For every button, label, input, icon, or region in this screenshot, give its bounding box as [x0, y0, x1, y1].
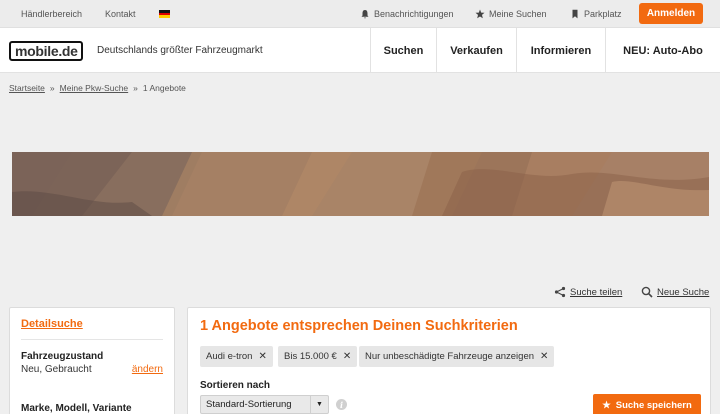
save-search-button[interactable]: ★ Suche speichern [593, 394, 701, 414]
filter-chip: Nur unbeschädigte Fahrzeuge anzeigen ✕ [359, 346, 555, 367]
chevron-down-icon: ▼ [310, 396, 328, 413]
mobile-de-logo[interactable]: mobile.de [9, 41, 83, 61]
breadcrumb-current: 1 Angebote [142, 83, 186, 93]
save-search-label: Suche speichern [615, 399, 692, 411]
my-searches-link[interactable]: Meine Suchen [475, 9, 547, 19]
tagline: Deutschlands größter Fahrzeugmarkt [97, 45, 263, 56]
sort-select[interactable]: Standard-Sortierung ▼ [200, 395, 329, 414]
remove-filter-icon[interactable]: ✕ [540, 351, 548, 362]
parking-label: Parkplatz [584, 9, 622, 19]
my-searches-label: Meine Suchen [489, 9, 547, 19]
bell-icon [361, 10, 369, 19]
breadcrumb-home[interactable]: Startseite [9, 83, 45, 93]
filter-chip-label: Nur unbeschädigte Fahrzeuge anzeigen [365, 351, 535, 362]
main-header: mobile.de Deutschlands größter Fahrzeugm… [0, 28, 720, 73]
results-title: 1 Angebote entsprechen Deinen Suchkriter… [200, 318, 518, 334]
notifications-link[interactable]: Benachrichtigungen [360, 9, 454, 19]
breadcrumb-separator: » [133, 83, 138, 93]
login-button[interactable]: Anmelden [639, 3, 703, 24]
new-search-link[interactable]: Neue Suche [641, 286, 709, 298]
condition-value: Neu, Gebraucht [21, 364, 92, 375]
breadcrumb-search[interactable]: Meine Pkw-Suche [60, 83, 129, 93]
nav-inform[interactable]: Informieren [516, 28, 605, 73]
change-condition-link[interactable]: ändern [132, 364, 163, 375]
star-icon [475, 9, 485, 19]
landscape-image [12, 152, 709, 216]
breadcrumb: Startseite » Meine Pkw-Suche » 1 Angebot… [9, 83, 186, 93]
sort-select-value: Standard-Sortierung [206, 399, 292, 410]
filter-chip-label: Bis 15.000 € [284, 351, 337, 362]
dealer-area-link[interactable]: Händlerbereich [21, 9, 82, 19]
make-model-label: Marke, Modell, Variante [21, 403, 132, 414]
search-icon [641, 286, 653, 298]
detail-search-panel: Detailsuche Fahrzeugzustand Neu, Gebrauc… [9, 307, 175, 414]
filter-chip: Bis 15.000 € ✕ [278, 346, 358, 367]
remove-filter-icon[interactable]: ✕ [258, 351, 266, 362]
share-icon [554, 286, 566, 298]
filter-chip-label: Audi e-tron [206, 351, 253, 362]
info-icon[interactable]: i [336, 399, 347, 410]
remove-filter-icon[interactable]: ✕ [343, 351, 351, 362]
breadcrumb-separator: » [49, 83, 55, 93]
share-search-label: Suche teilen [570, 286, 623, 298]
utility-bar: Händlerbereich Kontakt Benachrichtigunge… [0, 0, 720, 28]
divider [21, 339, 163, 340]
de-flag-icon[interactable] [159, 10, 170, 19]
nav-search[interactable]: Suchen [370, 28, 436, 73]
nav-auto-abo[interactable]: NEU: Auto-Abo [605, 28, 720, 73]
results-panel: 1 Angebote entsprechen Deinen Suchkriter… [187, 307, 711, 414]
notifications-label: Benachrichtigungen [374, 9, 454, 19]
logo-text: mobile.de [15, 43, 78, 59]
star-icon: ★ [602, 399, 611, 411]
filter-chip: Audi e-tron ✕ [200, 346, 273, 367]
bookmark-icon [572, 9, 578, 19]
share-search-link[interactable]: Suche teilen [554, 286, 622, 298]
contact-link[interactable]: Kontakt [105, 9, 136, 19]
detail-search-title[interactable]: Detailsuche [21, 318, 83, 330]
condition-label: Fahrzeugzustand [21, 351, 104, 362]
nav-sell[interactable]: Verkaufen [436, 28, 516, 73]
banner-image [12, 152, 709, 216]
new-search-label: Neue Suche [657, 286, 710, 298]
parking-link[interactable]: Parkplatz [570, 9, 622, 19]
sort-label: Sortieren nach [200, 380, 271, 391]
